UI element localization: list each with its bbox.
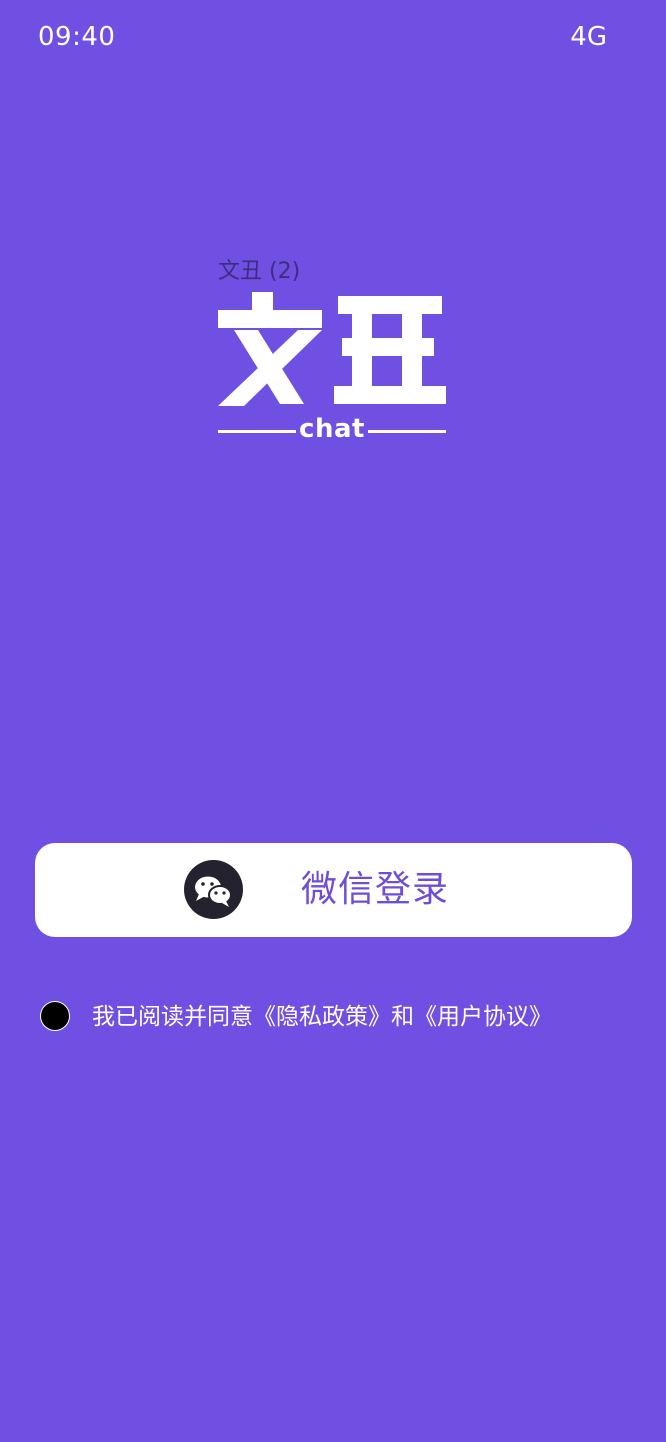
logo-divider-left (218, 430, 296, 433)
logo-wordmark (218, 292, 446, 406)
agreement-radio[interactable] (40, 1001, 70, 1031)
wechat-login-button[interactable]: 微信登录 (35, 843, 632, 937)
logo-divider-right (368, 430, 446, 433)
agreement-row: 我已阅读并同意《隐私政策》和《用户协议》 (40, 1000, 640, 1036)
login-button-label: 微信登录 (301, 869, 450, 910)
logo-caption: 文丑 (2) (218, 259, 301, 284)
logo-chat-row: chat (216, 414, 448, 448)
app-logo: 文丑 (2) chat (216, 258, 448, 448)
network-indicator: 4G (570, 22, 607, 52)
wechat-icon (184, 860, 243, 919)
status-time: 09:40 (38, 22, 116, 52)
agreement-text[interactable]: 我已阅读并同意《隐私政策》和《用户协议》 (92, 1000, 552, 1034)
logo-subtitle: chat (299, 414, 365, 444)
status-bar: 09:40 4G (0, 0, 666, 76)
